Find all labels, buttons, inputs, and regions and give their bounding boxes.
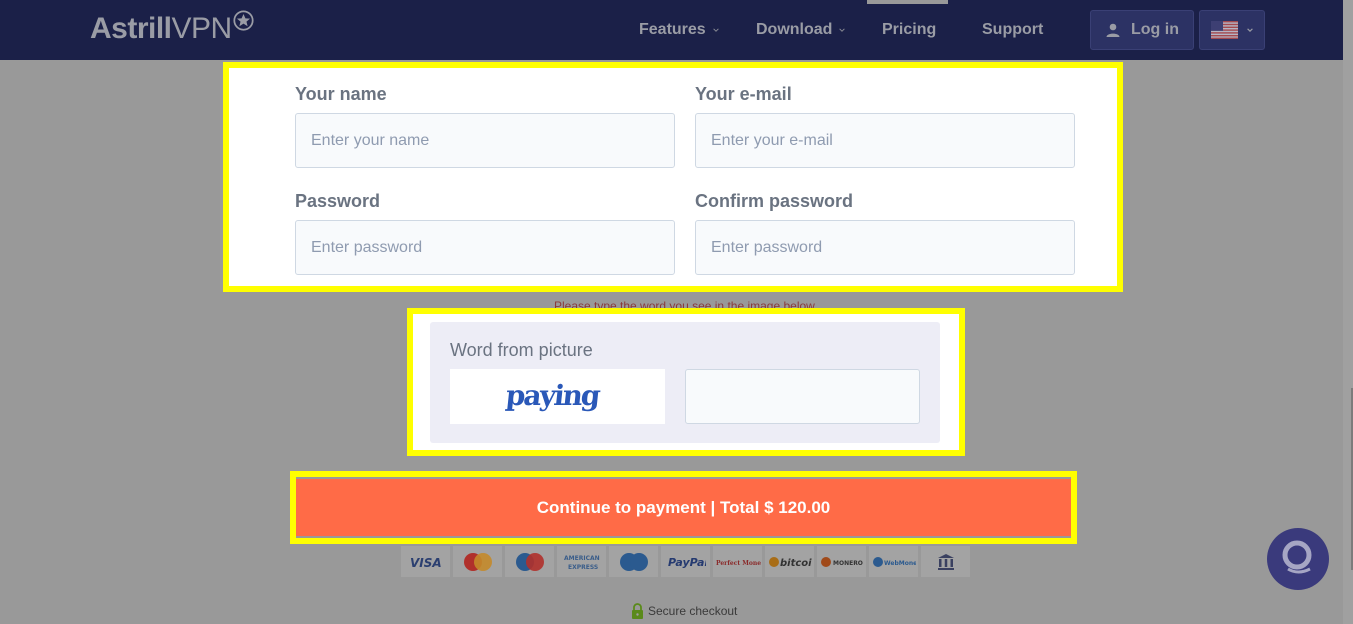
svg-text:WebMoney: WebMoney [884, 560, 916, 567]
nav-pricing[interactable]: Pricing [882, 0, 936, 60]
maestro-icon [505, 546, 554, 577]
payment-methods: VISA AMERICAN EXPRESS PayPal Perfect Mone… [401, 546, 970, 577]
nav-download[interactable]: Download [756, 0, 846, 60]
chat-widget-button[interactable] [1267, 528, 1329, 590]
chevron-down-icon [839, 28, 846, 32]
chevron-down-icon [1246, 28, 1253, 32]
svg-text:PayPal: PayPal [668, 556, 706, 569]
svg-text:EXPRESS: EXPRESS [568, 564, 598, 571]
captcha-panel: Word from picture paying [430, 322, 940, 443]
name-label: Your name [295, 84, 387, 104]
captcha-word-graphic: paying [504, 379, 601, 412]
account-form: Your name Your e-mail Password Confirm p… [223, 62, 1123, 292]
captcha-word: paying [504, 379, 601, 412]
logo-text-light: VPN [171, 12, 233, 45]
top-navbar: Astrill VPN Features Download Pricing Sup… [0, 0, 1343, 60]
email-label: Your e-mail [695, 84, 792, 104]
continue-to-payment-button[interactable]: Continue to payment | Total $ 120.00 [296, 479, 1071, 536]
payment-button-wrapper: Continue to payment | Total $ 120.00 [290, 471, 1077, 544]
captcha-input[interactable] [685, 369, 920, 424]
password-input[interactable] [295, 220, 675, 275]
confirm-password-input[interactable] [695, 220, 1075, 275]
nav-download-label: Download [756, 21, 833, 38]
perfect-money-icon: Perfect Money [713, 546, 762, 577]
secure-checkout-label: Secure checkout [648, 604, 738, 618]
language-selector[interactable] [1199, 10, 1265, 50]
svg-text:bitcoin: bitcoin [780, 558, 812, 569]
nav-support[interactable]: Support [982, 0, 1043, 60]
captcha-image: paying [450, 369, 665, 424]
email-input[interactable] [695, 113, 1075, 168]
nav-features-label: Features [639, 21, 706, 38]
bitcoin-icon: bitcoin [765, 546, 814, 577]
name-input[interactable] [295, 113, 675, 168]
login-button[interactable]: Log in [1090, 10, 1194, 50]
visa-icon: VISA [401, 546, 450, 577]
american-express-icon: AMERICAN EXPRESS [557, 546, 606, 577]
bank-icon [921, 546, 970, 577]
chevron-down-icon [712, 28, 719, 32]
chat-icon [1282, 540, 1312, 574]
svg-text:Perfect Money: Perfect Money [716, 560, 761, 567]
paypal-icon: PayPal [661, 546, 710, 577]
nav-active-indicator [867, 0, 948, 4]
captcha-section: Word from picture paying [407, 308, 965, 456]
star-logo-icon [233, 10, 254, 31]
nav-support-label: Support [982, 21, 1044, 38]
logo-text-bold: Astrill [90, 12, 172, 45]
us-flag-icon [1210, 21, 1238, 39]
password-label: Password [295, 191, 381, 211]
user-icon [1106, 23, 1120, 37]
mastercard-icon [453, 546, 502, 577]
webmoney-icon: WebMoney [869, 546, 918, 577]
secure-checkout: Secure checkout [631, 603, 737, 619]
cirrus-icon [609, 546, 658, 577]
login-label: Log in [1131, 21, 1179, 38]
lock-icon [632, 603, 643, 619]
astrill-logo[interactable]: Astrill VPN [90, 10, 254, 48]
nav-features[interactable]: Features [639, 0, 720, 60]
monero-icon: MONERO [817, 546, 866, 577]
confirm-password-label: Confirm password [695, 191, 854, 211]
svg-text:MONERO: MONERO [833, 560, 863, 567]
svg-text:AMERICAN: AMERICAN [564, 555, 600, 562]
captcha-label: Word from picture [450, 340, 593, 360]
nav-pricing-label: Pricing [882, 21, 937, 38]
svg-text:VISA: VISA [410, 556, 442, 569]
